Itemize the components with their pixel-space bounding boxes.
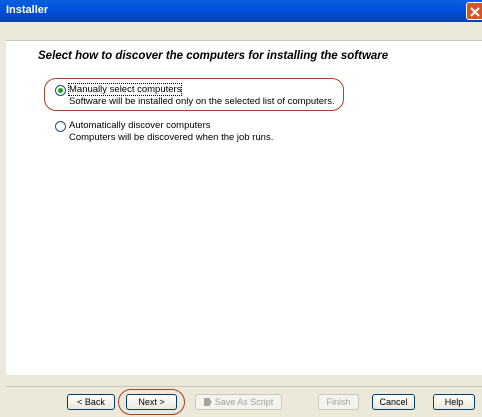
title-bar[interactable]: Installer <box>0 0 482 22</box>
cancel-button[interactable]: Cancel <box>372 394 415 410</box>
save-as-script-button: Save As Script <box>195 394 282 410</box>
window-title: Installer <box>6 4 49 16</box>
close-icon <box>470 7 480 17</box>
back-button[interactable]: < Back <box>67 394 115 410</box>
divider <box>6 386 482 387</box>
page-heading: Select how to discover the computers for… <box>38 50 389 62</box>
radio-manual[interactable] <box>55 85 66 96</box>
installer-window: Installer Select how to discover the com… <box>0 0 482 417</box>
option-automatic-label[interactable]: Automatically discover computers <box>69 120 211 131</box>
radio-automatic[interactable] <box>55 121 66 132</box>
save-as-script-label: Save As Script <box>214 397 274 407</box>
finish-button: Finish <box>318 394 359 410</box>
close-button[interactable] <box>466 2 482 20</box>
option-manual-label[interactable]: Manually select computers <box>67 83 183 96</box>
script-icon <box>203 398 212 406</box>
option-manual-description: Software will be installed only on the s… <box>69 96 335 107</box>
help-button[interactable]: Help <box>433 394 475 410</box>
option-automatic-description: Computers will be discovered when the jo… <box>69 132 274 143</box>
next-button[interactable]: Next > <box>126 394 177 410</box>
